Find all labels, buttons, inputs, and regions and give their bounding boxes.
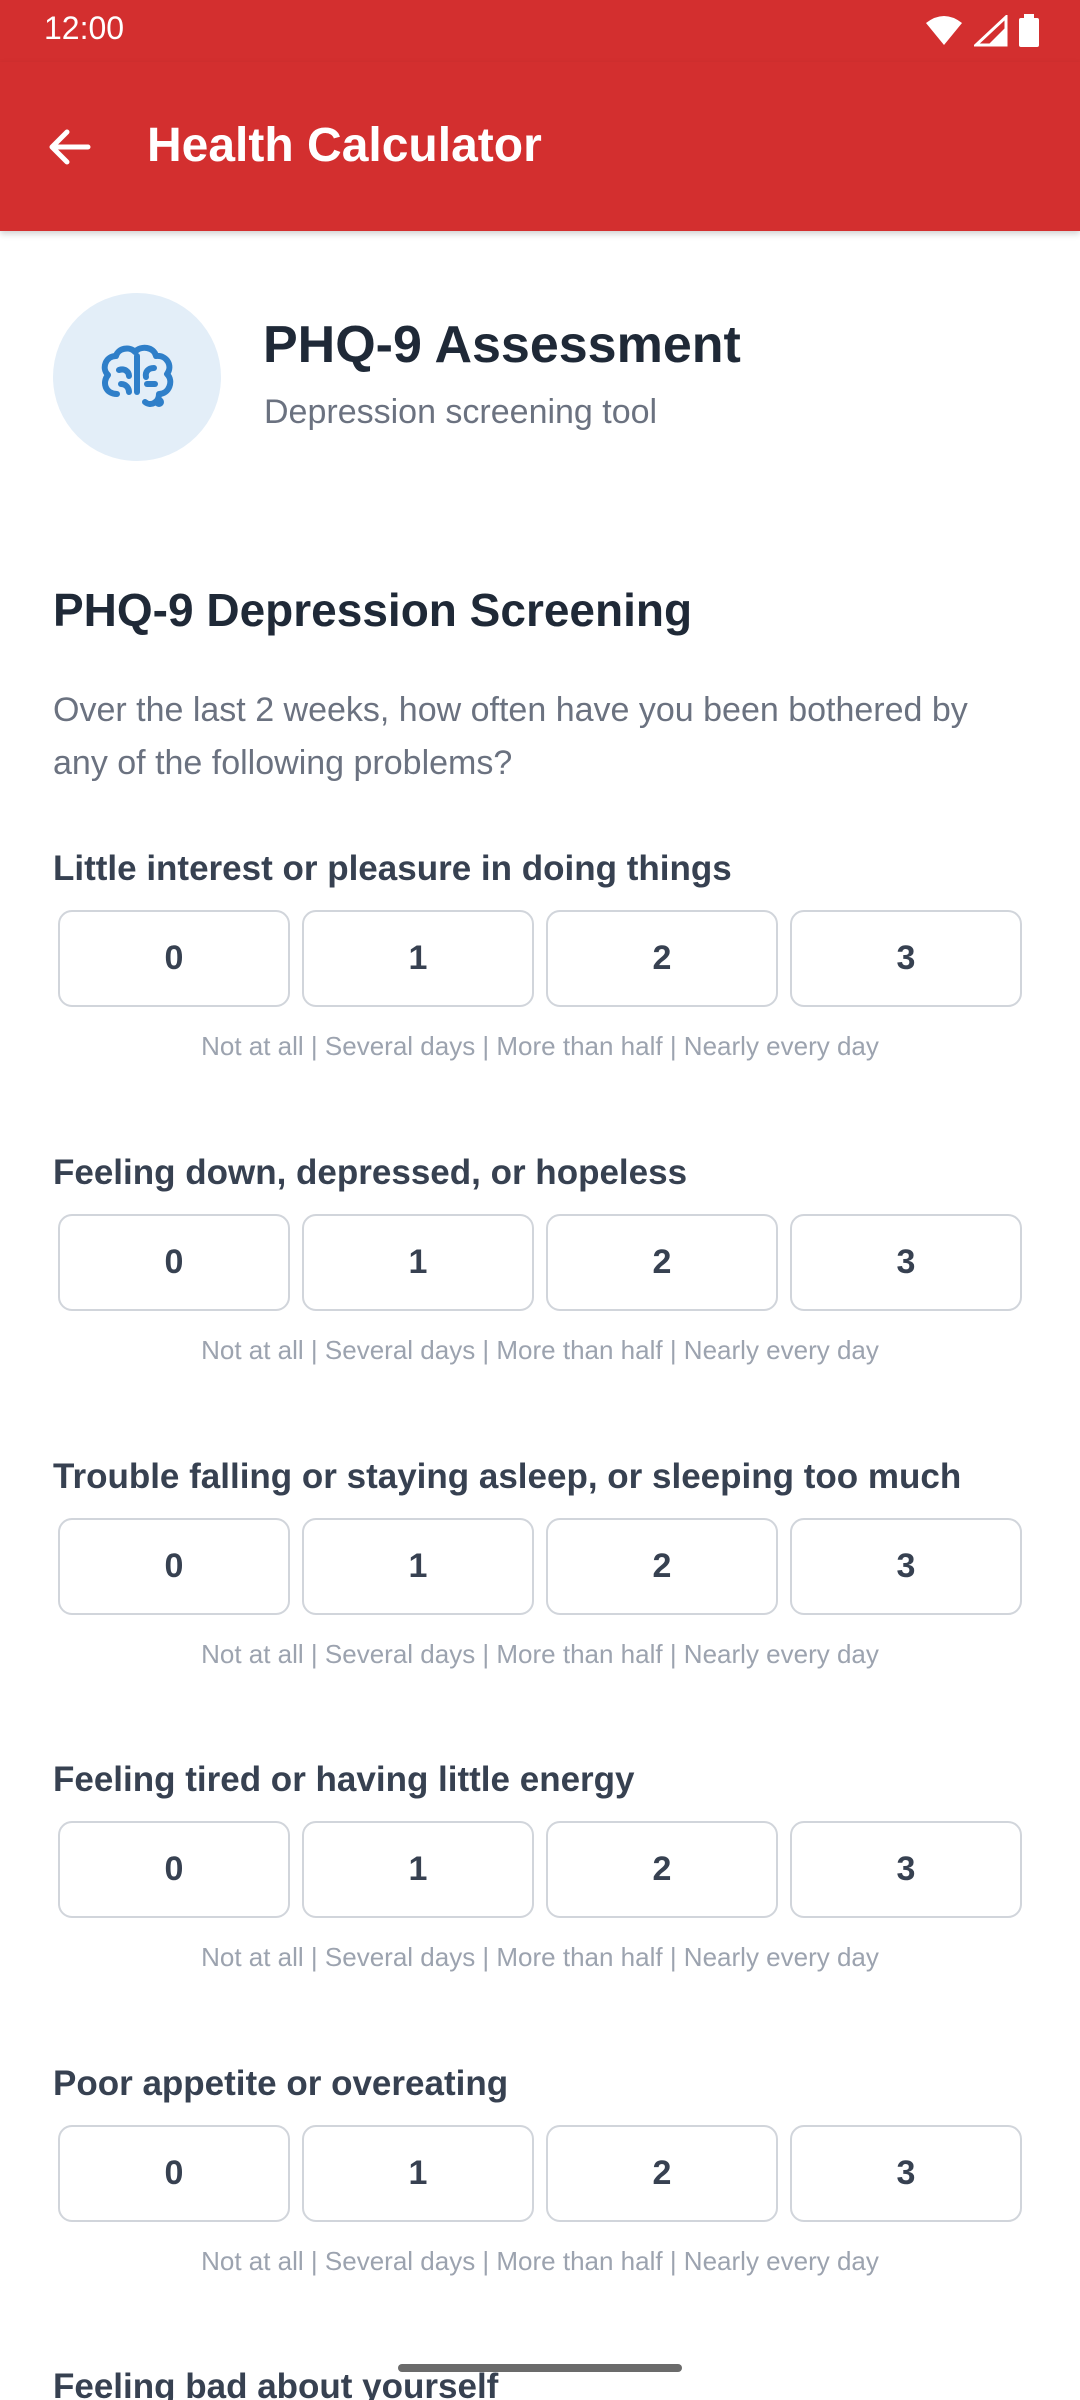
section-intro: Over the last 2 weeks, how often have yo… [53, 691, 968, 782]
assessment-title: PHQ-9 Assessment [263, 316, 741, 374]
option-0-button[interactable]: 0 [58, 1214, 290, 1311]
question-4: Feeling tired or having little energy 0 … [0, 1760, 1080, 2060]
option-3-button[interactable]: 3 [790, 2125, 1022, 2222]
question-3: Trouble falling or staying asleep, or sl… [0, 1457, 1080, 1757]
option-2-button[interactable]: 2 [546, 1518, 778, 1615]
question-label: Little interest or pleasure in doing thi… [53, 849, 732, 888]
option-0-button[interactable]: 0 [58, 910, 290, 1007]
option-1-button[interactable]: 1 [302, 910, 534, 1007]
option-2-button[interactable]: 2 [546, 2125, 778, 2222]
question-1: Little interest or pleasure in doing thi… [0, 849, 1080, 1149]
answer-options: 0 1 2 3 [58, 910, 1022, 1007]
assessment-subtitle: Depression screening tool [264, 393, 658, 431]
battery-icon [1018, 14, 1040, 56]
answer-options: 0 1 2 3 [58, 1214, 1022, 1311]
arrow-back-icon [49, 129, 91, 165]
option-2-button[interactable]: 2 [546, 910, 778, 1007]
section-title: PHQ-9 Depression Screening [53, 584, 693, 636]
app-bar: Health Calculator [0, 62, 1080, 231]
option-1-button[interactable]: 1 [302, 1214, 534, 1311]
option-1-button[interactable]: 1 [302, 2125, 534, 2222]
option-0-button[interactable]: 0 [58, 2125, 290, 2222]
back-button[interactable] [44, 122, 94, 172]
status-time: 12:00 [44, 10, 125, 46]
option-1-button[interactable]: 1 [302, 1518, 534, 1615]
option-1-button[interactable]: 1 [302, 1821, 534, 1918]
answer-legend: Not at all | Several days | More than ha… [201, 1031, 879, 1061]
option-0-button[interactable]: 0 [58, 1821, 290, 1918]
app-title: Health Calculator [147, 119, 542, 172]
option-3-button[interactable]: 3 [790, 1821, 1022, 1918]
option-0-button[interactable]: 0 [58, 1518, 290, 1615]
option-2-button[interactable]: 2 [546, 1821, 778, 1918]
question-5: Poor appetite or overeating 0 1 2 3 Not … [0, 2064, 1080, 2364]
question-2: Feeling down, depressed, or hopeless 0 1… [0, 1153, 1080, 1453]
option-3-button[interactable]: 3 [790, 1214, 1022, 1311]
question-label: Feeling down, depressed, or hopeless [53, 1153, 688, 1192]
answer-legend: Not at all | Several days | More than ha… [201, 1942, 879, 1972]
question-label: Poor appetite or overeating [53, 2064, 509, 2103]
answer-legend: Not at all | Several days | More than ha… [201, 1639, 879, 1669]
answer-options: 0 1 2 3 [58, 1821, 1022, 1918]
answer-legend: Not at all | Several days | More than ha… [201, 1335, 879, 1365]
answer-options: 0 1 2 3 [58, 1518, 1022, 1615]
wifi-icon [924, 15, 964, 55]
option-2-button[interactable]: 2 [546, 1214, 778, 1311]
option-3-button[interactable]: 3 [790, 910, 1022, 1007]
answer-legend: Not at all | Several days | More than ha… [201, 2246, 879, 2276]
home-indicator[interactable] [398, 2364, 682, 2372]
answer-options: 0 1 2 3 [58, 2125, 1022, 2222]
brain-icon [101, 344, 174, 407]
question-label: Feeling tired or having little energy [53, 1760, 635, 1799]
option-3-button[interactable]: 3 [790, 1518, 1022, 1615]
question-label: Trouble falling or staying asleep, or sl… [53, 1457, 962, 1496]
signal-icon [972, 13, 1008, 55]
system-icons [924, 13, 1040, 56]
assessment-header: PHQ-9 Assessment Depression screening to… [53, 293, 1033, 463]
assessment-icon-container [53, 293, 221, 461]
status-bar: 12:00 [0, 0, 1080, 62]
